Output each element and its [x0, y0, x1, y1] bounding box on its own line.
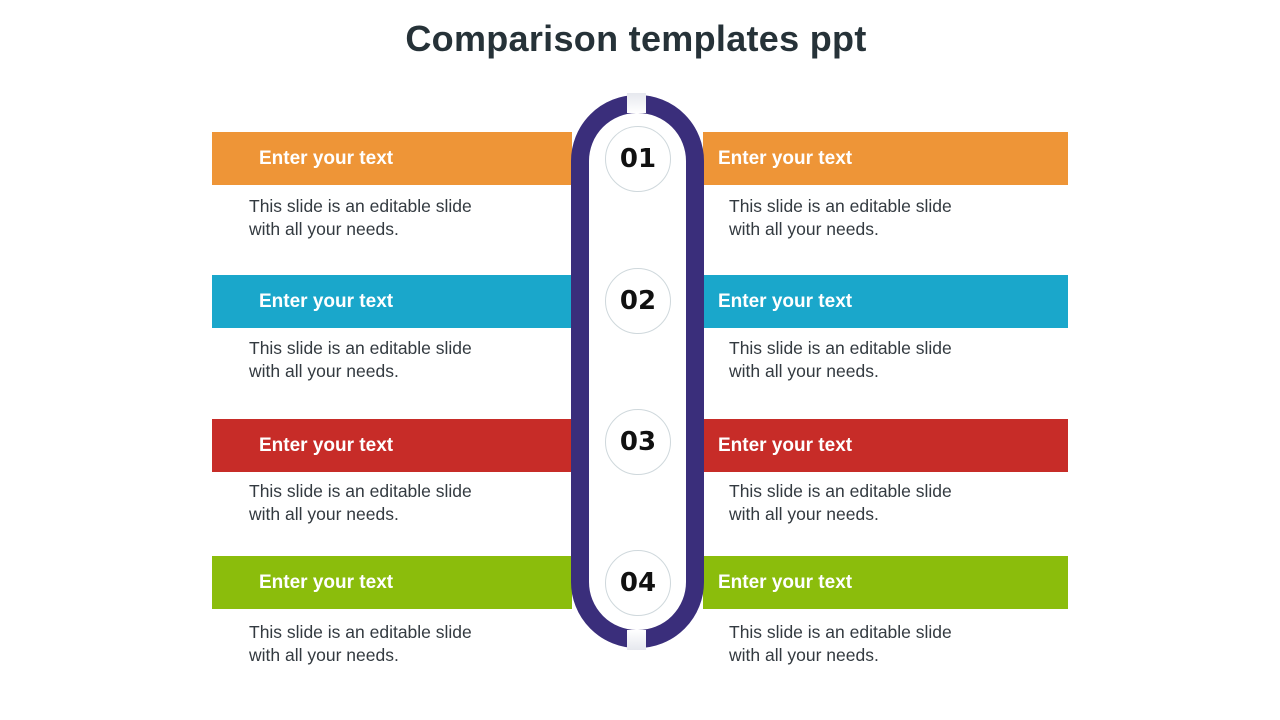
bar-left-3: Enter your text — [212, 419, 572, 472]
desc-line: with all your needs. — [249, 645, 399, 665]
desc-line: with all your needs. — [249, 504, 399, 524]
desc-right-3: This slide is an editable slide with all … — [729, 480, 1029, 526]
desc-left-3: This slide is an editable slide with all … — [249, 480, 549, 526]
pill-gap-bottom — [627, 630, 646, 650]
desc-line: This slide is an editable slide — [249, 338, 472, 358]
step-number-3: 03 — [605, 409, 671, 475]
desc-left-4: This slide is an editable slide with all … — [249, 621, 549, 667]
pill-gap-top — [627, 93, 646, 113]
bar-left-4: Enter your text — [212, 556, 572, 609]
bar-left-2: Enter your text — [212, 275, 572, 328]
step-number-1: 01 — [605, 126, 671, 192]
bar-right-2: Enter your text — [703, 275, 1068, 328]
bar-heading: Enter your text — [718, 435, 853, 456]
bar-left-1: Enter your text — [212, 132, 572, 185]
desc-line: This slide is an editable slide — [729, 622, 952, 642]
bar-heading: Enter your text — [259, 291, 394, 312]
bar-right-4: Enter your text — [703, 556, 1068, 609]
desc-line: with all your needs. — [249, 219, 399, 239]
bar-heading: Enter your text — [259, 435, 394, 456]
desc-line: This slide is an editable slide — [729, 196, 952, 216]
step-number-2: 02 — [605, 268, 671, 334]
bar-heading: Enter your text — [259, 148, 394, 169]
desc-line: with all your needs. — [729, 361, 879, 381]
desc-line: This slide is an editable slide — [249, 481, 472, 501]
bar-right-1: Enter your text — [703, 132, 1068, 185]
desc-right-1: This slide is an editable slide with all … — [729, 195, 1029, 241]
bar-heading: Enter your text — [718, 291, 853, 312]
desc-line: This slide is an editable slide — [249, 196, 472, 216]
bar-right-3: Enter your text — [703, 419, 1068, 472]
desc-left-1: This slide is an editable slide with all … — [249, 195, 549, 241]
desc-line: This slide is an editable slide — [729, 338, 952, 358]
desc-line: with all your needs. — [729, 219, 879, 239]
desc-line: This slide is an editable slide — [729, 481, 952, 501]
desc-line: with all your needs. — [729, 645, 879, 665]
desc-right-2: This slide is an editable slide with all … — [729, 337, 1029, 383]
desc-line: with all your needs. — [249, 361, 399, 381]
desc-right-4: This slide is an editable slide with all … — [729, 621, 1029, 667]
desc-line: with all your needs. — [729, 504, 879, 524]
desc-left-2: This slide is an editable slide with all … — [249, 337, 549, 383]
bar-heading: Enter your text — [259, 572, 394, 593]
desc-line: This slide is an editable slide — [249, 622, 472, 642]
bar-heading: Enter your text — [718, 572, 853, 593]
bar-heading: Enter your text — [718, 148, 853, 169]
step-number-4: 04 — [605, 550, 671, 616]
slide-title: Comparison templates ppt — [405, 18, 867, 59]
